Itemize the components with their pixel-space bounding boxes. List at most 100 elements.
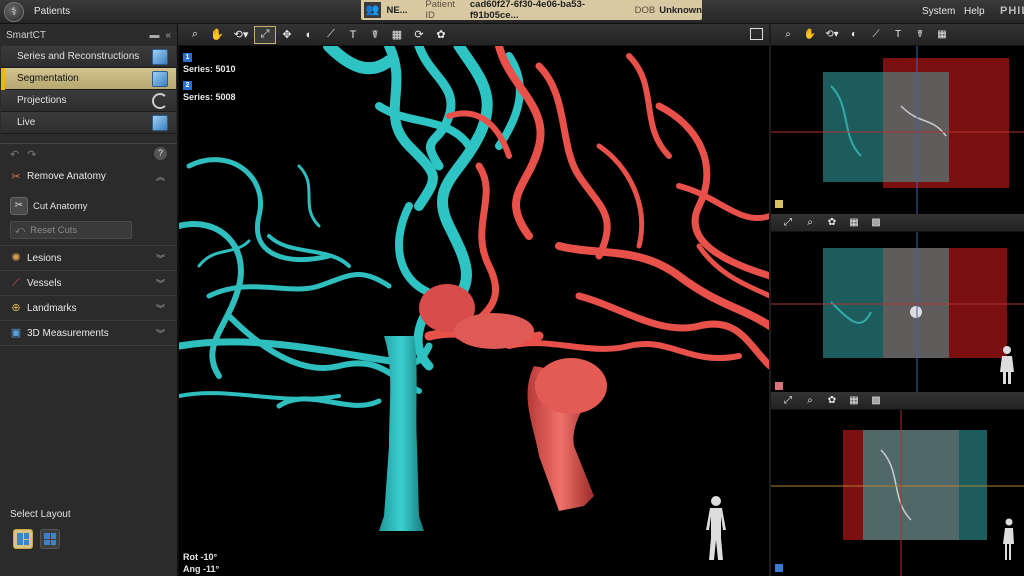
rotate-dropdown-icon[interactable]: ⟲▾ — [228, 26, 254, 44]
cube-select-icon — [152, 70, 168, 87]
live-cube-icon — [152, 114, 168, 131]
anatomy-icon[interactable]: ☤ — [364, 26, 386, 44]
volume-icon[interactable]: ▩ — [865, 214, 887, 232]
collapse-panel-icon[interactable]: « — [165, 30, 171, 41]
reset-icon: ⤺ — [15, 224, 26, 236]
pan-hand-icon[interactable]: ✋ — [206, 26, 228, 44]
colormap-icon[interactable]: ▦ — [386, 26, 408, 44]
help-menu[interactable]: Help — [964, 6, 985, 17]
anatomy-icon[interactable]: ☤ — [909, 26, 931, 44]
right-views-column: ⌕ ✋ ⟲▾ ◐ ⟋ T ☤ ▦ ⤢ ⌕ ✿ ▦ ▩ ⤢ ⌕ ✿ ▦ ▩ — [769, 24, 1024, 576]
redo-icon[interactable]: ↷ — [27, 148, 36, 161]
cut-anatomy-label: Cut Anatomy — [33, 200, 88, 212]
task-label: Live — [17, 117, 36, 128]
zoom-icon[interactable]: ⌕ — [777, 26, 799, 44]
text-annotation-icon[interactable]: T — [342, 26, 364, 44]
main-3d-viewport[interactable]: 1 Series: 5010 2 Series: 5008 Rot -10° A… — [178, 46, 769, 576]
layout-one-plus-three-button[interactable] — [13, 529, 33, 549]
volume-icon[interactable]: ▩ — [865, 392, 887, 410]
move-icon[interactable]: ✥ — [276, 26, 298, 44]
left-panel: SmartCT ▬ « Series and Reconstructions S… — [0, 24, 178, 576]
text-annotation-icon[interactable]: T — [887, 26, 909, 44]
slice-view-3[interactable] — [771, 410, 1024, 576]
remove-anatomy-icon: ✂ — [11, 170, 21, 183]
top-bar: ⚕ Patients 👥 NE... Patient ID cad60f27-6… — [0, 0, 1024, 24]
series-2-info: 2 Series: 5008 — [183, 79, 236, 102]
cut-anatomy-button[interactable]: ✂ Cut Anatomy — [10, 197, 177, 215]
task-label: Projections — [17, 95, 67, 106]
task-segmentation[interactable]: Segmentation — [1, 68, 176, 90]
zoom-icon[interactable]: ⌕ — [799, 214, 821, 232]
layout-grid-button[interactable] — [40, 529, 60, 549]
brain-icon[interactable]: ✿ — [821, 392, 843, 410]
lesions-section[interactable]: ✺ Lesions ︾ — [0, 246, 177, 271]
colormap-icon[interactable]: ▦ — [931, 26, 953, 44]
vessel-icon: ⟋ — [12, 277, 20, 289]
rotate-dropdown-icon[interactable]: ⟲▾ — [821, 26, 843, 44]
task-projections[interactable]: Projections — [1, 90, 176, 112]
chevron-up-icon[interactable]: ︽ — [156, 170, 165, 183]
chevron-down-icon[interactable]: ︾ — [156, 277, 165, 290]
chevron-down-icon[interactable]: ︾ — [156, 327, 165, 340]
slice-view-2[interactable] — [771, 232, 1024, 392]
colormap-icon[interactable]: ▦ — [843, 392, 865, 410]
patient-figure-icon: 👥 — [364, 2, 382, 18]
cube-icon — [152, 48, 168, 65]
vessels-label: Vessels — [27, 277, 62, 289]
reset-view-icon[interactable]: ⟳ — [408, 26, 430, 44]
minimize-panel-icon[interactable]: ▬ — [149, 30, 159, 41]
chevron-down-icon[interactable]: ︾ — [156, 252, 165, 265]
patients-label[interactable]: Patients — [34, 6, 70, 17]
3d-measurements-label: 3D Measurements — [27, 327, 109, 339]
window-level-icon[interactable]: ◐ — [298, 26, 320, 44]
ruler-icon[interactable]: ⟋ — [320, 26, 342, 44]
patient-banner[interactable]: 👥 NE... Patient ID cad60f27-6f30-4e06-ba… — [361, 0, 702, 21]
lesion-icon: ✺ — [11, 252, 21, 264]
series-2-label: Series: 5008 — [183, 92, 236, 102]
help-icon[interactable]: ? — [154, 147, 167, 160]
vessels-section[interactable]: ⟋ Vessels ︾ — [0, 271, 177, 296]
brain-icon[interactable]: ✿ — [430, 26, 452, 44]
measurement-icon: ▣ — [10, 327, 22, 339]
rotation-readout: Rot -10° — [183, 552, 218, 562]
maximize-icon[interactable] — [750, 28, 763, 40]
patient-id-value: cad60f27-6f30-4e06-ba53-f91b05ce... — [469, 0, 585, 21]
pan-hand-icon[interactable]: ✋ — [799, 26, 821, 44]
panel-title: SmartCT — [6, 29, 46, 41]
slice-view-2-image — [771, 232, 1024, 392]
landmarks-label: Landmarks — [27, 302, 77, 314]
reset-cuts-button[interactable]: ⤺ Reset Cuts — [10, 221, 132, 239]
select-tool-icon[interactable]: ⤢ — [254, 25, 276, 44]
brain-icon[interactable]: ✿ — [821, 214, 843, 232]
task-live[interactable]: Live — [1, 112, 176, 134]
landmark-icon: ⊕ — [11, 302, 21, 314]
system-menu[interactable]: System — [922, 6, 955, 17]
zoom-icon[interactable]: ⌕ — [184, 26, 206, 44]
landmarks-section[interactable]: ⊕ Landmarks ︾ — [0, 296, 177, 321]
rotate-icon — [152, 92, 168, 109]
reset-cuts-label: Reset Cuts — [30, 224, 78, 236]
patient-name: NE... — [386, 4, 408, 16]
angulation-readout: Ang -11° — [183, 564, 220, 574]
task-series-and-reconstructions[interactable]: Series and Reconstructions — [1, 46, 176, 68]
vessel-rendering — [179, 46, 769, 531]
remove-anatomy-label: Remove Anatomy — [27, 171, 106, 182]
select-tool-icon[interactable]: ⤢ — [777, 392, 799, 410]
select-tool-icon[interactable]: ⤢ — [777, 214, 799, 232]
view-2-toolbar: ⤢ ⌕ ✿ ▦ ▩ — [771, 214, 1024, 232]
undo-icon[interactable]: ↶ — [10, 148, 19, 161]
3d-measurements-section[interactable]: ▣ 3D Measurements ︾ — [0, 321, 177, 346]
colormap-icon[interactable]: ▦ — [843, 214, 865, 232]
orientation-figure-icon — [706, 496, 726, 560]
chevron-down-icon[interactable]: ︾ — [156, 302, 165, 315]
window-level-icon[interactable]: ◐ — [843, 26, 865, 44]
zoom-icon[interactable]: ⌕ — [799, 392, 821, 410]
view-3-toolbar: ⤢ ⌕ ✿ ▦ ▩ — [771, 392, 1024, 410]
divider — [0, 134, 177, 144]
task-label: Series and Reconstructions — [17, 51, 140, 62]
slice-view-1[interactable] — [771, 46, 1024, 214]
remove-anatomy-section[interactable]: ✂ Remove Anatomy ︽ — [0, 164, 177, 189]
select-layout-label: Select Layout — [10, 509, 71, 520]
ruler-icon[interactable]: ⟋ — [865, 26, 887, 44]
patients-app-icon[interactable]: ⚕ — [4, 2, 24, 22]
